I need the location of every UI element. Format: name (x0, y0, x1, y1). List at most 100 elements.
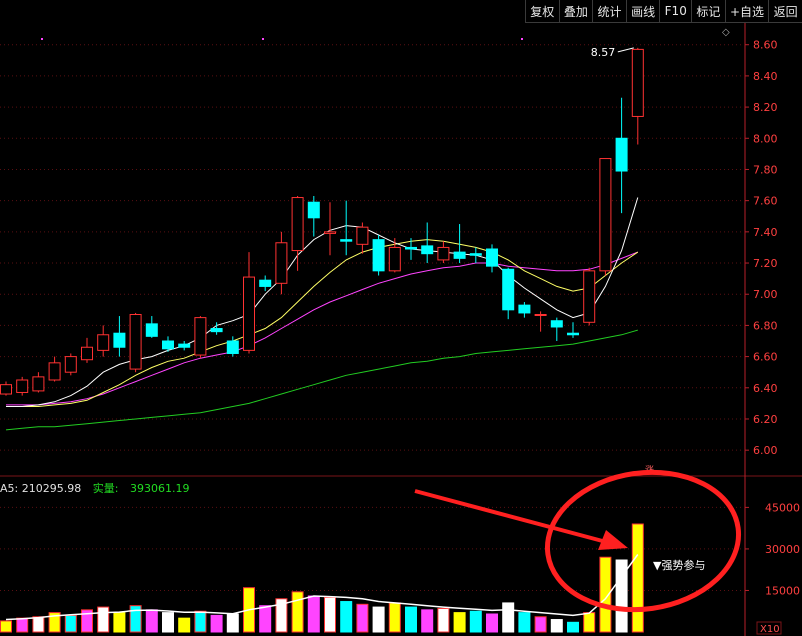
volume-axis: 45000 30000 15000 (745, 501, 800, 597)
candle (145, 316, 158, 338)
f10-button[interactable]: F10 (659, 0, 691, 22)
ma5-line (6, 197, 639, 407)
candle-body (421, 245, 434, 255)
candle-body (372, 239, 385, 272)
candle-body (259, 279, 272, 287)
candle-body (178, 343, 191, 348)
price-tick-label: 6.80 (753, 319, 778, 332)
price-tick-label: 6.20 (753, 413, 778, 426)
volume-bar (437, 607, 450, 633)
add-watchlist-button[interactable]: +自选 (724, 0, 769, 22)
real-volume-value: 393061.19 (129, 482, 190, 495)
marker-dot (262, 38, 264, 40)
candle (405, 238, 417, 260)
price-tick-label: 8.00 (753, 132, 778, 145)
volume-bar (567, 621, 579, 633)
price-tick-label: 6.60 (753, 351, 778, 364)
statistics-button[interactable]: 统计 (592, 0, 626, 22)
candle-body (48, 362, 61, 381)
high-price-pointer (617, 47, 634, 53)
candle-body (64, 356, 77, 373)
price-tick-label: 7.00 (753, 288, 778, 301)
price-grid (0, 22, 802, 636)
marker-dot (521, 38, 523, 40)
volume-bar (64, 614, 77, 633)
restore-rights-button[interactable]: 复权 (525, 0, 559, 22)
candle-body (518, 304, 531, 314)
candle-body (388, 246, 401, 272)
zoom-label: X10 (760, 624, 780, 635)
candle (291, 195, 304, 271)
candle (631, 47, 644, 145)
draw-line-button[interactable]: 画线 (625, 0, 660, 22)
back-button[interactable]: 返回 (768, 0, 802, 22)
high-price-label: 8.57 (591, 46, 616, 59)
candle (437, 241, 450, 264)
candle-body (469, 253, 482, 256)
candle (615, 97, 628, 214)
candle-body (307, 201, 320, 219)
candle (372, 234, 385, 276)
volume-bar (502, 602, 515, 633)
overlay-button[interactable]: 叠加 (558, 0, 593, 22)
candle (421, 222, 434, 264)
volume-bar (340, 601, 353, 633)
candle (356, 222, 369, 254)
candle (194, 316, 207, 359)
candle (307, 195, 320, 237)
price-tick-label: 7.80 (753, 163, 778, 176)
candle (259, 275, 272, 292)
candle-body (340, 239, 353, 242)
candle (0, 381, 12, 396)
volume-bar (259, 605, 272, 633)
mark-button[interactable]: 标记 (691, 0, 725, 22)
candle (534, 311, 547, 332)
volume-bar (631, 523, 644, 633)
candlesticks (0, 47, 644, 396)
volume-bar (226, 613, 239, 633)
volume-bar (178, 617, 191, 633)
candle (502, 267, 515, 320)
candle (567, 322, 579, 338)
volume-bar (16, 617, 29, 633)
candle (469, 247, 482, 264)
candle-body (437, 246, 450, 261)
diamond-icon: ◇ (722, 27, 730, 38)
volume-bar (372, 606, 385, 633)
candle (129, 312, 142, 373)
candle-body (486, 248, 498, 267)
volume-tick-label: 15000 (765, 584, 800, 597)
candle-body (291, 197, 304, 252)
signal-label: ▼强势参与 (653, 558, 705, 572)
candle-body (502, 268, 515, 311)
price-tick-label: 7.60 (753, 195, 778, 208)
price-tick-label: 7.40 (753, 226, 778, 239)
candle-body (226, 340, 239, 354)
candle-body (194, 317, 207, 356)
volume-tick-label: 30000 (765, 543, 800, 556)
candle (486, 244, 498, 273)
volume-bar (32, 616, 45, 633)
candle-body (324, 231, 336, 234)
annotation-arrow-shaft (414, 489, 611, 545)
candle (16, 376, 29, 396)
candle (275, 231, 288, 295)
annotation-arrow-head (598, 530, 628, 550)
price-tick-label: 8.40 (753, 70, 778, 83)
candle (32, 372, 45, 393)
candle-body (129, 313, 142, 370)
candle-body (210, 328, 223, 333)
volume-bar (518, 612, 531, 633)
volume-bar (534, 616, 547, 633)
volume-bar (291, 591, 304, 633)
candle (113, 316, 126, 357)
marker-dot (41, 38, 43, 40)
kline-chart[interactable]: 8.60 8.40 8.20 8.00 7.80 7.60 7.40 7.20 7.00 6.80… (0, 0, 802, 636)
candle-body (275, 242, 288, 284)
candle-body (631, 48, 644, 117)
candle-body (81, 346, 93, 361)
candle (178, 341, 191, 351)
candle-body (567, 332, 579, 336)
volume-bar (388, 602, 401, 633)
price-tick-label: 8.20 (753, 101, 778, 114)
